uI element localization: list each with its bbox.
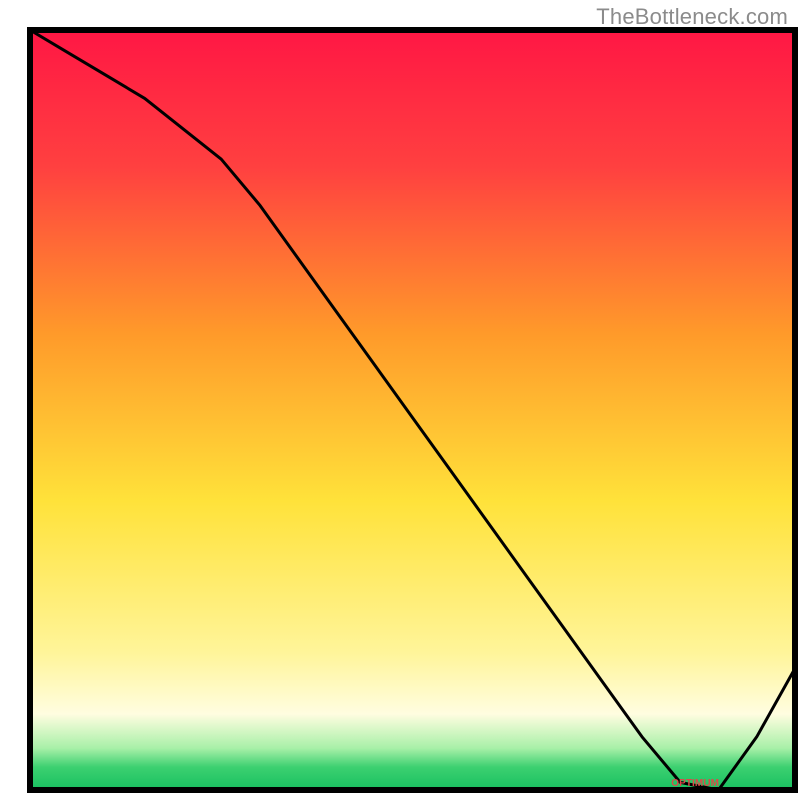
gradient-background	[30, 30, 795, 790]
chart-container: TheBottleneck.com OPTIMUM	[0, 0, 800, 800]
chart-svg	[0, 0, 800, 800]
